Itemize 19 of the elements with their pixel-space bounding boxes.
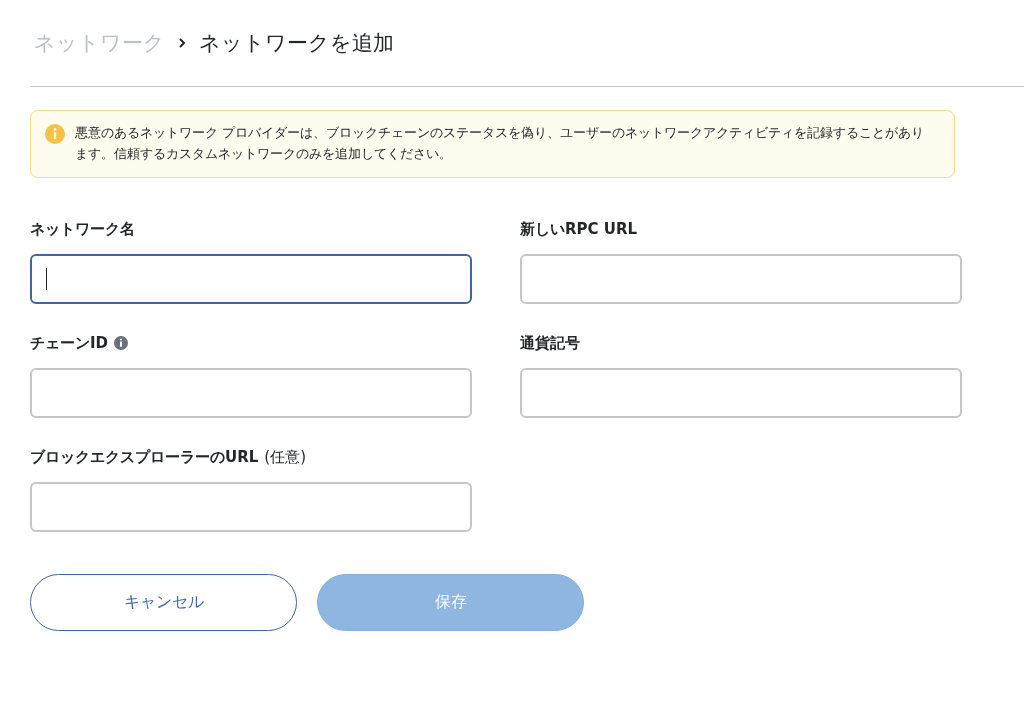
field-label: チェーンID <box>30 333 109 353</box>
field-label: 新しいRPC URL <box>520 219 638 239</box>
info-icon <box>45 124 65 144</box>
breadcrumb-link[interactable]: ネットワーク <box>34 29 165 57</box>
input-field[interactable] <box>30 368 472 418</box>
optional-note: (任意) <box>264 447 306 467</box>
cancel-button[interactable]: キャンセル <box>30 574 297 631</box>
input-field[interactable] <box>30 254 472 304</box>
input-field[interactable] <box>30 482 472 532</box>
field-label: ブロックエクスプローラーのURL <box>30 447 259 467</box>
page-title: ネットワークを追加 <box>199 30 394 57</box>
warning-text: 悪意のあるネットワーク プロバイダーは、ブロックチェーンのステータスを偽り、ユーザーのネットワークアクティビティを記録することがあります。信頼するカスタムネットワークのみを追加してください。 <box>75 124 926 163</box>
field-label: 通貨記号 <box>520 333 580 353</box>
input-field[interactable] <box>520 368 962 418</box>
text-cursor <box>46 268 47 290</box>
info-icon[interactable] <box>114 336 129 350</box>
chevron-right-icon <box>177 37 187 49</box>
field-label: ネットワーク名 <box>30 219 135 239</box>
input-field[interactable] <box>520 254 962 304</box>
